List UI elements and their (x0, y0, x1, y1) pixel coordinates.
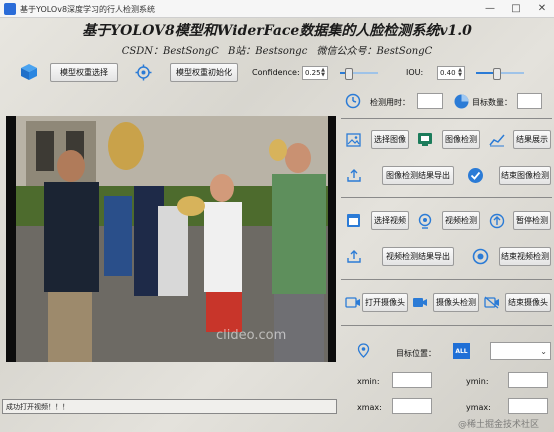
xmax-field (392, 398, 432, 414)
pie-chart-icon (453, 93, 470, 110)
confidence-slider[interactable] (340, 66, 378, 80)
confidence-label: Confidence: (252, 68, 300, 77)
image-display-panel: clideo.com (6, 116, 336, 362)
detect-time-label: 检测用时： (370, 98, 410, 107)
camera-detect-button[interactable]: 摄像头检测 (433, 293, 479, 312)
select-video-button[interactable]: 选择视频 (371, 211, 409, 230)
end-camera-button[interactable]: 结束摄像头 (505, 293, 551, 312)
spin-down-icon[interactable]: ▼ (458, 73, 462, 78)
end-image-detect-button[interactable]: 结束图像检测 (499, 166, 551, 185)
model-weight-select-button[interactable]: 模型权重选择 (50, 63, 118, 82)
maximize-icon[interactable]: □ (508, 2, 524, 16)
open-camera-button[interactable]: 打开摄像头 (362, 293, 408, 312)
export-icon (346, 169, 362, 183)
all-badge-icon: ALL (453, 343, 470, 359)
video-file-icon (346, 213, 361, 228)
camera-off-icon (484, 296, 500, 309)
upload-circle-icon (489, 213, 505, 229)
chevron-down-icon: ⌄ (540, 346, 547, 356)
check-circle-icon (467, 167, 484, 184)
location-pin-icon (357, 343, 370, 359)
video-watermark: clideo.com (216, 328, 287, 343)
ymin-label: ymin: (466, 377, 489, 386)
image-detect-icon (417, 132, 433, 147)
export-icon (346, 250, 362, 264)
slider-thumb[interactable] (344, 68, 353, 80)
page-title: 基于YOLOV8模型和WiderFace数据集的人脸检测系统v1.0 (82, 23, 472, 39)
window-title: 基于YOLOv8深度学习的行人检测系统 (20, 5, 156, 14)
select-image-button[interactable]: 选择图像 (371, 130, 409, 149)
video-frame (16, 116, 328, 362)
video-detect-button[interactable]: 视频检测 (442, 211, 480, 230)
xmin-label: xmin: (357, 377, 380, 386)
model-weight-init-button[interactable]: 模型权重初始化 (170, 63, 238, 82)
spin-down-icon[interactable]: ▼ (321, 73, 325, 78)
cube-icon (20, 63, 38, 81)
export-image-results-button[interactable]: 图像检测结果导出 (382, 166, 454, 185)
pause-detect-button[interactable]: 暂停检测 (513, 211, 551, 230)
status-bar: 成功打开视频！！！ (2, 399, 337, 414)
target-count-label: 目标数量： (472, 98, 512, 107)
camera-filled-icon (412, 296, 428, 309)
xmax-label: xmax: (357, 403, 382, 412)
ymax-label: ymax: (466, 403, 491, 412)
divider (341, 325, 552, 326)
clock-icon (345, 93, 361, 109)
record-icon (472, 248, 489, 265)
iou-value: 0.40 (440, 69, 456, 77)
detect-time-value (417, 93, 443, 109)
show-results-button[interactable]: 结果展示 (513, 130, 551, 149)
slider-thumb[interactable] (492, 68, 501, 80)
iou-spinbox[interactable]: 0.40 ▲ ▼ (437, 66, 465, 80)
iou-slider[interactable] (476, 66, 524, 80)
minimize-icon[interactable]: — (482, 2, 498, 16)
page-subtitle: CSDN：BestSongC B站：Bestsongc 微信公众号：BestSo… (121, 46, 433, 57)
ymax-field (508, 398, 548, 414)
iou-label: IOU: (406, 68, 424, 77)
divider (341, 279, 552, 280)
image-detect-button[interactable]: 图像检测 (442, 130, 480, 149)
target-settings-icon (135, 64, 152, 81)
divider (341, 197, 552, 198)
export-video-results-button[interactable]: 视频检测结果导出 (382, 247, 454, 266)
trend-chart-icon (489, 133, 505, 147)
target-count-value (517, 93, 542, 109)
close-icon[interactable]: ✕ (534, 2, 550, 16)
confidence-spinbox[interactable]: 0.25 ▲ ▼ (302, 66, 328, 80)
xmin-field (392, 372, 432, 388)
confidence-value: 0.25 (305, 69, 321, 77)
target-position-label: 目标位置： (396, 349, 436, 358)
window-controls: — □ ✕ (482, 2, 550, 16)
webcam-icon (417, 213, 433, 229)
ymin-field (508, 372, 548, 388)
camera-icon (345, 296, 361, 309)
app-icon (4, 3, 16, 15)
end-video-detect-button[interactable]: 结束视频检测 (499, 247, 551, 266)
divider (341, 118, 552, 119)
image-icon (346, 133, 361, 147)
target-select-dropdown[interactable]: ⌄ (490, 342, 551, 360)
corner-watermark: @稀土掘金技术社区 (458, 420, 540, 430)
